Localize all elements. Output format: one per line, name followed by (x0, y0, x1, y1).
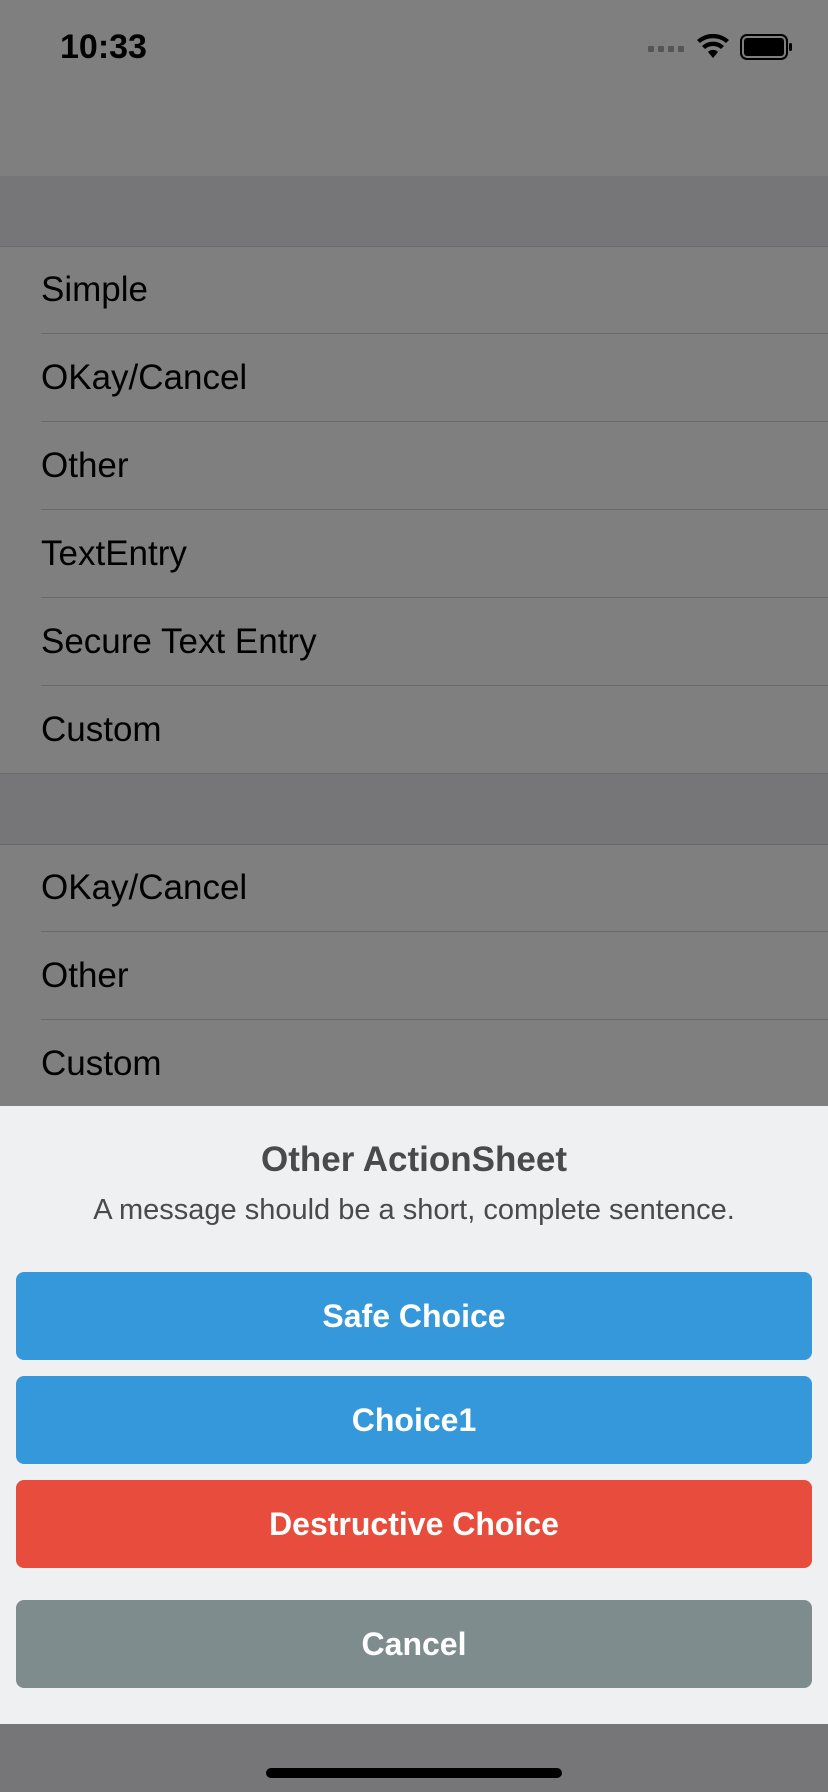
safe-choice-button[interactable]: Safe Choice (16, 1272, 812, 1360)
row-label: Secure Text Entry (41, 622, 317, 661)
action-sheet-message: A message should be a short, complete se… (93, 1194, 735, 1226)
section-header-2 (0, 774, 828, 844)
section-header-1 (0, 176, 828, 246)
status-time: 10:33 (60, 28, 147, 66)
action-sheet: Other ActionSheet A message should be a … (0, 1106, 828, 1724)
row-label: Simple (41, 270, 148, 309)
row-label: OKay/Cancel (41, 868, 248, 907)
home-indicator[interactable] (266, 1768, 562, 1778)
table-row-custom[interactable]: Custom (0, 686, 828, 774)
table-row-simple[interactable]: Simple (0, 246, 828, 334)
table-row-text-entry[interactable]: TextEntry (0, 510, 828, 598)
destructive-choice-button[interactable]: Destructive Choice (16, 1480, 812, 1568)
status-bar: 10:33 (0, 0, 828, 100)
table-row-custom-sheet[interactable]: Custom (0, 1020, 828, 1108)
status-icons (648, 33, 794, 65)
wifi-icon (696, 33, 730, 65)
row-label: OKay/Cancel (41, 358, 248, 397)
table-row-other-sheet[interactable]: Other (0, 932, 828, 1020)
row-label: Custom (41, 1044, 162, 1083)
battery-icon (740, 33, 794, 65)
cellular-signal-icon (648, 40, 686, 58)
table-row-other[interactable]: Other (0, 422, 828, 510)
table-row-okay-cancel-sheet[interactable]: OKay/Cancel (0, 844, 828, 932)
row-label: Other (41, 956, 129, 995)
navigation-bar (0, 100, 828, 176)
bottom-safe-area (0, 1724, 828, 1792)
choice1-button[interactable]: Choice1 (16, 1376, 812, 1464)
table-row-okay-cancel[interactable]: OKay/Cancel (0, 334, 828, 422)
row-label: Custom (41, 710, 162, 749)
action-sheet-title: Other ActionSheet (261, 1140, 567, 1179)
cancel-button[interactable]: Cancel (16, 1600, 812, 1688)
table-row-secure-text-entry[interactable]: Secure Text Entry (0, 598, 828, 686)
row-label: Other (41, 446, 129, 485)
row-label: TextEntry (41, 534, 187, 573)
